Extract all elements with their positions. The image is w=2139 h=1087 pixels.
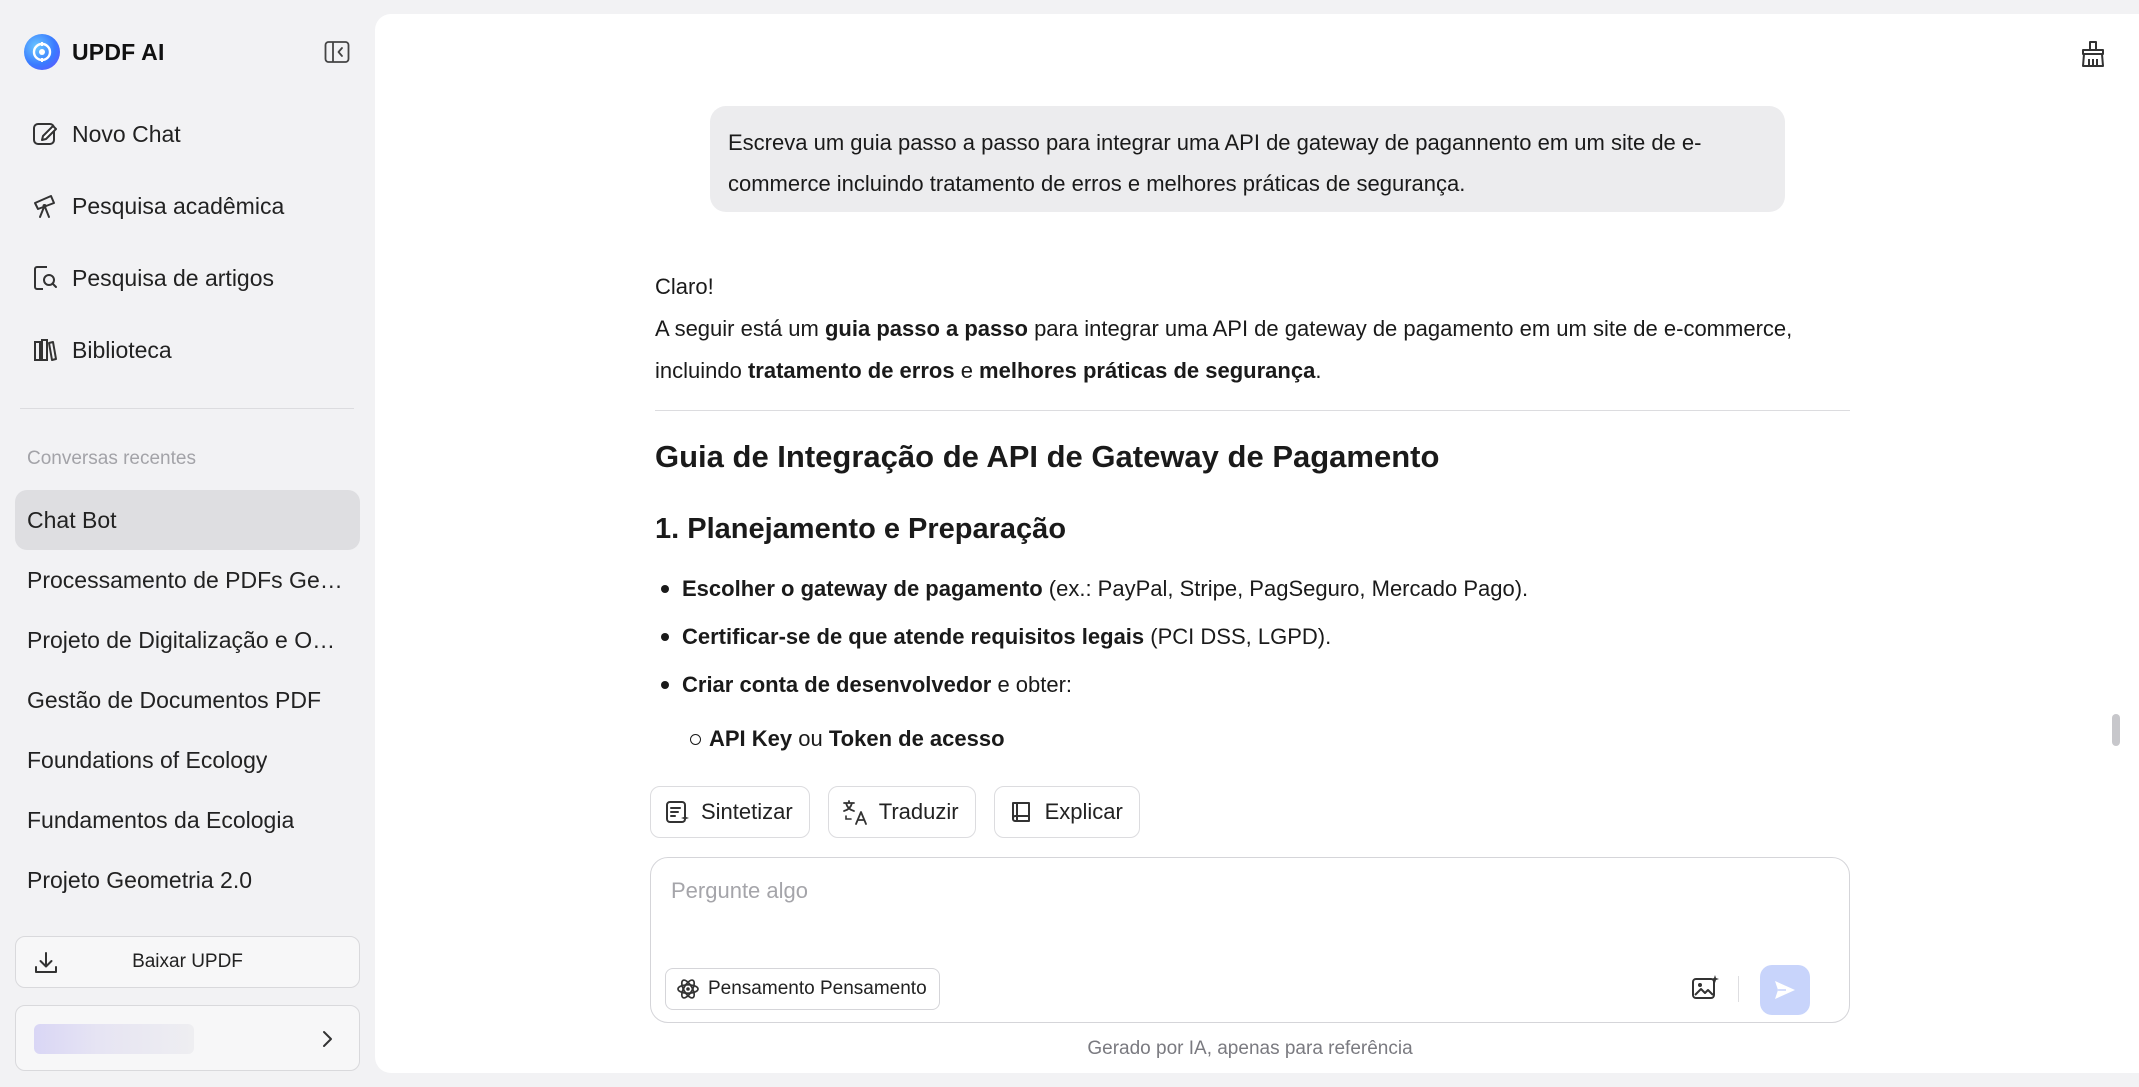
bullet-bold: Escolher o gateway de pagamento (682, 576, 1043, 601)
recent-item[interactable]: Processamento de PDFs Geo... (15, 550, 360, 610)
summarize-icon (663, 798, 691, 826)
recent-item-label: Chat Bot (27, 506, 117, 533)
thinking-mode-button[interactable]: Pensamento Pensamento (665, 968, 940, 1010)
brand: UPDF AI (24, 33, 165, 71)
summarize-button[interactable]: Sintetizar (650, 786, 810, 838)
sidebar-toggle-icon (324, 41, 350, 63)
action-label: Sintetizar (701, 799, 793, 824)
message-composer: Pensamento Pensamento (650, 857, 1850, 1023)
action-label: Traduzir (878, 799, 959, 824)
sidebar: UPDF AI Novo Chat Pesquisa acadêmica Pes… (0, 0, 372, 1087)
image-sparkle-icon (1692, 975, 1719, 999)
sidebar-nav: Novo Chat Pesquisa acadêmica Pesquisa de… (16, 98, 356, 386)
download-icon (32, 949, 60, 977)
recent-item-label: Foundations of Ecology (27, 746, 268, 773)
answer-bullet-list: Escolher o gateway de pagamento (ex.: Pa… (655, 565, 1851, 763)
book-icon (1007, 798, 1035, 826)
intro-bold: melhores práticas de segurança (979, 358, 1316, 383)
answer-intro: A seguir está um guia passo a passo para… (655, 308, 1851, 392)
library-icon (30, 335, 60, 365)
explain-button[interactable]: Explicar (993, 786, 1140, 838)
recent-item[interactable]: Projeto Geometria 2.0 (15, 850, 360, 910)
recent-item-label: Gestão de Documentos PDF (27, 686, 322, 713)
action-label: Explicar (1044, 799, 1123, 824)
doc-search-icon (30, 263, 60, 293)
bullet-text: e obter: (991, 672, 1073, 697)
recent-conversations-list: Chat Bot Processamento de PDFs Geo... Pr… (15, 490, 360, 910)
list-item: Certificar-se de que atende requisitos l… (655, 613, 1851, 661)
broom-icon (2082, 41, 2104, 67)
intro-bold: tratamento de erros (747, 358, 955, 383)
updf-logo-icon (24, 34, 60, 70)
bullet-bold: Criar conta de desenvolvedor (682, 672, 992, 697)
message-input[interactable] (671, 878, 1771, 918)
translate-icon (841, 798, 869, 826)
avatar (34, 1024, 194, 1054)
bullet-bold: Token de acesso (828, 726, 1005, 751)
assistant-answer: Claro! A seguir está um guia passo a pas… (655, 266, 1851, 763)
intro-bold: guia passo a passo (824, 316, 1028, 341)
download-label: Baixar UPDF (132, 951, 243, 972)
composer-separator (1738, 976, 1739, 1002)
ai-disclaimer: Gerado por IA, apenas para referência (1087, 1038, 1413, 1059)
nav-item-label: Pesquisa acadêmica (72, 192, 285, 219)
nav-item-label: Biblioteca (72, 336, 172, 363)
nav-academic-search[interactable]: Pesquisa acadêmica (16, 170, 356, 242)
recent-item-label: Processamento de PDFs Geo... (27, 566, 347, 593)
answer-subheading: 1. Planejamento e Preparação (655, 513, 1067, 545)
sidebar-divider (20, 408, 354, 409)
recent-item-label: Fundamentos da Ecologia (27, 806, 295, 833)
app-title: UPDF AI (72, 38, 165, 65)
answer-greeting: Claro! (655, 274, 714, 299)
recent-item[interactable]: Projeto de Digitalização e OC... (15, 610, 360, 670)
nav-library[interactable]: Biblioteca (16, 314, 356, 386)
bullet-bold: Certificar-se de que atende requisitos l… (682, 624, 1145, 649)
nav-item-label: Pesquisa de artigos (72, 264, 275, 291)
edit-icon (30, 119, 60, 149)
recent-item[interactable]: Foundations of Ecology (15, 730, 360, 790)
bullet-text: (PCI DSS, LGPD). (1144, 624, 1332, 649)
nav-item-label: Novo Chat (72, 120, 181, 147)
nav-new-chat[interactable]: Novo Chat (16, 98, 356, 170)
profile-button[interactable] (15, 1005, 360, 1071)
recent-item-label: Projeto de Digitalização e OC... (27, 626, 347, 653)
bullet-text: ou (792, 726, 829, 751)
scrollbar-thumb[interactable] (2112, 714, 2120, 746)
thinking-mode-label: Pensamento Pensamento (708, 978, 927, 999)
clear-chat-button[interactable] (2075, 36, 2111, 72)
bullet-bold: API Key (709, 726, 793, 751)
recent-item[interactable]: Gestão de Documentos PDF (15, 670, 360, 730)
quick-actions: Sintetizar Traduzir Explicar (650, 786, 1140, 838)
recent-item-label: Projeto Geometria 2.0 (27, 866, 253, 893)
collapse-sidebar-button[interactable] (322, 38, 352, 66)
image-upload-button[interactable] (1685, 968, 1725, 1008)
list-item: Criar conta de desenvolvedor e obter: (655, 661, 1851, 709)
bullet-text: (ex.: PayPal, Stripe, PagSeguro, Mercado… (1042, 576, 1529, 601)
answer-divider (655, 410, 1850, 411)
intro-text: . (1315, 358, 1322, 383)
send-icon (1775, 981, 1795, 999)
chevron-right-icon (315, 1027, 339, 1051)
send-button[interactable] (1760, 965, 1810, 1015)
telescope-icon (30, 191, 60, 221)
nav-article-search[interactable]: Pesquisa de artigos (16, 242, 356, 314)
recent-item[interactable]: Fundamentos da Ecologia (15, 790, 360, 850)
intro-text: e (954, 358, 980, 383)
intro-text: A seguir está um (655, 316, 825, 341)
recent-item-chat-bot[interactable]: Chat Bot (15, 490, 360, 550)
translate-button[interactable]: Traduzir (827, 786, 976, 838)
user-message-bubble: Escreva um guia passo a passo para integ… (710, 106, 1785, 212)
list-item: Escolher o gateway de pagamento (ex.: Pa… (655, 565, 1851, 613)
chat-panel: Escreva um guia passo a passo para integ… (375, 14, 2139, 1073)
answer-heading: Guia de Integração de API de Gateway de … (655, 439, 1440, 474)
download-updf-button[interactable]: Baixar UPDF (15, 936, 360, 988)
atom-icon (676, 977, 700, 1001)
recent-conversations-title: Conversas recentes (27, 448, 196, 469)
list-item: API Key ou Token de acesso (655, 715, 1851, 763)
